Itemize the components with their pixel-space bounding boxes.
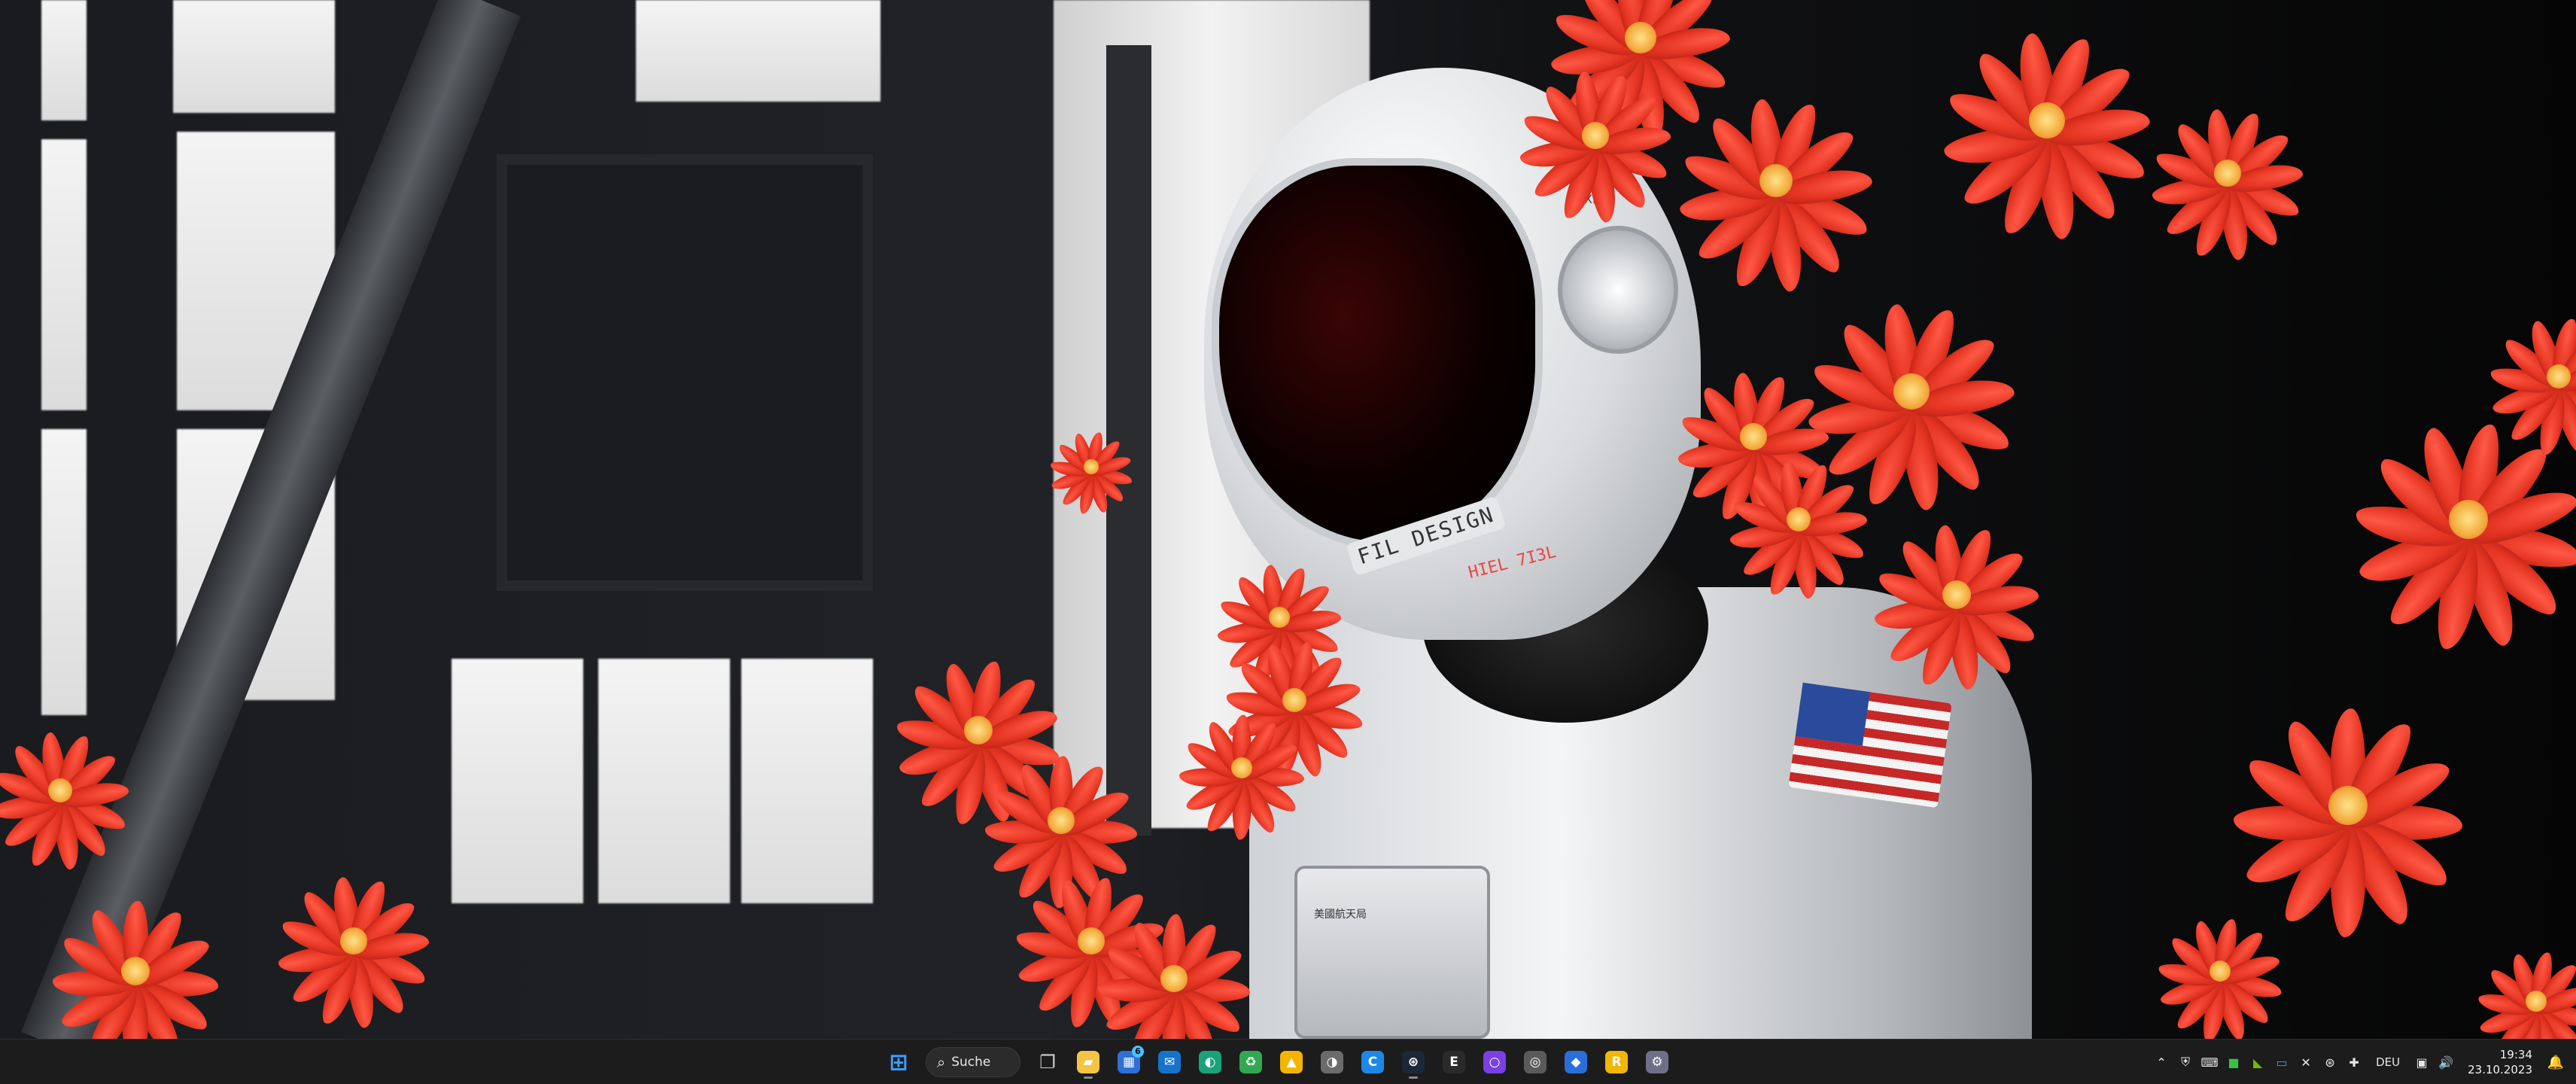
window-pane bbox=[41, 0, 87, 120]
red-flower bbox=[2152, 903, 2288, 1044]
chest-module: 美國航天局 bbox=[1294, 866, 1490, 1039]
red-flower bbox=[271, 858, 436, 1030]
shield-icon[interactable]: ⛨ bbox=[2174, 1047, 2197, 1077]
window-pane bbox=[173, 0, 335, 113]
running-indicator bbox=[1084, 1076, 1093, 1079]
search-label: Suche bbox=[951, 1055, 991, 1070]
taskbar-gray-circle-button[interactable]: ◎ bbox=[1517, 1044, 1553, 1080]
taskbar-blue-app-button[interactable]: ◆ bbox=[1558, 1044, 1594, 1080]
red-flower bbox=[2145, 90, 2310, 262]
clock-date: 23.10.2023 bbox=[2468, 1063, 2532, 1076]
folder-icon: ▰ bbox=[1077, 1051, 1099, 1073]
red-flower bbox=[2483, 301, 2576, 458]
monitor-icon[interactable]: ▭ bbox=[2270, 1047, 2293, 1077]
c-letter-icon: C bbox=[1361, 1051, 1384, 1073]
language-indicator[interactable]: DEU bbox=[2368, 1047, 2407, 1077]
red-flower bbox=[1174, 700, 1309, 840]
red-flower bbox=[1934, 8, 2160, 242]
green-square-icon[interactable]: ■ bbox=[2222, 1047, 2245, 1077]
taskbar-apps: ⊞ ⌕ Suche ❐ ▰ ▦ 6 ✉ ◐ ♻ ▲ ◑ C ⊛ E ○ ◎ ◆ R ⚙ bbox=[880, 1040, 1675, 1084]
window-pane bbox=[598, 659, 730, 903]
taskbar-app-blue-badge-button[interactable]: ▦ 6 bbox=[1111, 1044, 1147, 1080]
search-icon: ⌕ bbox=[937, 1053, 946, 1071]
copilot-icon: ◑ bbox=[1321, 1051, 1343, 1073]
blue-shield-icon: ◆ bbox=[1565, 1051, 1587, 1073]
helmet-ear-disc bbox=[1558, 226, 1678, 354]
keyboard-icon[interactable]: ⌨ bbox=[2198, 1047, 2221, 1077]
taskbar-epic-button[interactable]: E bbox=[1436, 1044, 1472, 1080]
gear-icon: ⚙ bbox=[1646, 1051, 1668, 1073]
desktop: FIL DESIGN HIEL 7I3L XL 美國航天局 ⊞ ⌕ Suche ❐ ▰ ▦… bbox=[0, 0, 2576, 1084]
tool-icon[interactable]: ✕ bbox=[2295, 1047, 2317, 1077]
red-flower bbox=[45, 881, 226, 1067]
running-indicator bbox=[1409, 1076, 1418, 1079]
taskbar-green-app-button[interactable]: ♻ bbox=[1233, 1044, 1269, 1080]
red-flower bbox=[1046, 422, 1136, 516]
nvidia-icon[interactable]: ◣ bbox=[2246, 1047, 2269, 1077]
taskbar-purple-circle-button[interactable]: ○ bbox=[1477, 1044, 1513, 1080]
taskbar-outlook-button[interactable]: ✉ bbox=[1151, 1044, 1188, 1080]
flag-patch bbox=[1788, 682, 1952, 808]
mail-icon: ✉ bbox=[1158, 1051, 1181, 1073]
taskbar-edge-button[interactable]: ◐ bbox=[1192, 1044, 1228, 1080]
red-flower bbox=[1723, 444, 1874, 601]
monitor-network-icon[interactable]: ▣ bbox=[2410, 1047, 2433, 1077]
taskbar-c-app-button[interactable]: C bbox=[1355, 1044, 1391, 1080]
clock-time: 19:34 bbox=[2499, 1048, 2532, 1061]
search-box[interactable]: ⌕ Suche bbox=[926, 1047, 1020, 1077]
system-tray: ⌃ ⛨ ⌨ ■ ◣ ▭ ✕ ⊛ ✚ DEU ▣ 🔊 19:34 23.10.2023 🔔 bbox=[2150, 1040, 2576, 1084]
circle-icon: ○ bbox=[1483, 1051, 1506, 1073]
taskbar-steam-button[interactable]: ⊛ bbox=[1395, 1044, 1431, 1080]
taskbar-yellow-app-button[interactable]: ▲ bbox=[1273, 1044, 1309, 1080]
taskbar-task-view-button[interactable]: ❐ bbox=[1029, 1044, 1066, 1080]
bell-icon: 🔔 bbox=[2547, 1054, 2565, 1070]
taskbar: ⊞ ⌕ Suche ❐ ▰ ▦ 6 ✉ ◐ ♻ ▲ ◑ C ⊛ E ○ ◎ ◆ R ⚙ ⌃ ⛨ ⌨ ■ ◣ ▭ ✕ ⊛ ✚ DEU ▣… bbox=[0, 1039, 2576, 1084]
window-pane bbox=[41, 139, 87, 410]
red-flower bbox=[1513, 53, 1678, 224]
triangle-icon: ▲ bbox=[1280, 1051, 1303, 1073]
gamepad-icon[interactable]: ✚ bbox=[2343, 1047, 2365, 1077]
task-view-icon: ❐ bbox=[1039, 1052, 1056, 1073]
steam-icon: ⊛ bbox=[1402, 1051, 1425, 1073]
notification-badge: 6 bbox=[1132, 1046, 1144, 1058]
taskbar-start-button[interactable]: ⊞ bbox=[880, 1044, 917, 1080]
window-pane bbox=[636, 0, 880, 102]
edge-icon: ◐ bbox=[1199, 1051, 1221, 1073]
red-flower bbox=[1866, 504, 2047, 692]
disc-icon: ◎ bbox=[1524, 1051, 1547, 1073]
red-flower bbox=[1091, 896, 1257, 1067]
window-pane bbox=[741, 659, 873, 903]
wallpaper: FIL DESIGN HIEL 7I3L XL 美國航天局 bbox=[0, 0, 2576, 1070]
clock[interactable]: 19:34 23.10.2023 bbox=[2460, 1047, 2540, 1077]
taskbar-file-explorer-button[interactable]: ▰ bbox=[1070, 1044, 1106, 1080]
green-app-icon: ♻ bbox=[1239, 1051, 1262, 1073]
chevron-up-icon[interactable]: ⌃ bbox=[2150, 1047, 2173, 1077]
windows-logo-icon: ⊞ bbox=[889, 1049, 908, 1076]
taskbar-rockstar-button[interactable]: R bbox=[1598, 1044, 1635, 1080]
red-flower bbox=[0, 715, 135, 872]
notifications-button[interactable]: 🔔 bbox=[2543, 1047, 2568, 1077]
window-pane bbox=[41, 429, 87, 715]
steam-small-icon[interactable]: ⊛ bbox=[2319, 1047, 2341, 1077]
window-pane bbox=[452, 659, 583, 903]
epic-games-icon: E bbox=[1443, 1051, 1465, 1073]
taskbar-copilot-button[interactable]: ◑ bbox=[1314, 1044, 1350, 1080]
red-flower bbox=[2224, 681, 2472, 937]
taskbar-settings-app-button[interactable]: ⚙ bbox=[1639, 1044, 1675, 1080]
rockstar-icon: R bbox=[1605, 1051, 1628, 1073]
volume-icon[interactable]: 🔊 bbox=[2435, 1047, 2457, 1077]
